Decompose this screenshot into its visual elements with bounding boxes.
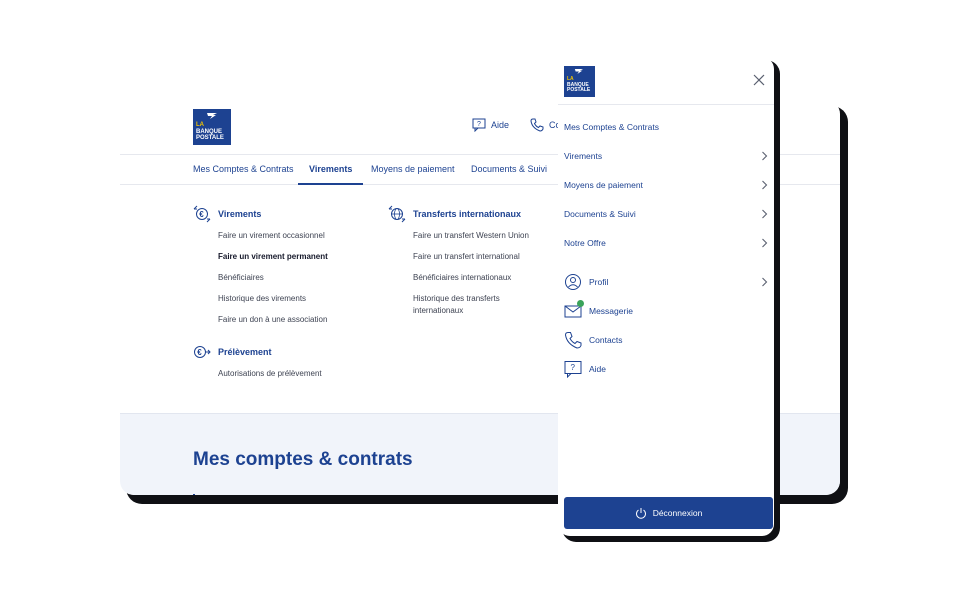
help-label: Aide bbox=[491, 120, 510, 130]
mobile-item-aide[interactable]: ? Aide bbox=[564, 360, 768, 378]
menu-link-transfert-international[interactable]: Faire un transfert international bbox=[413, 251, 529, 262]
menu-link-historique-transferts-line2[interactable]: internationaux bbox=[413, 305, 529, 316]
menu-link-western-union[interactable]: Faire un transfert Western Union bbox=[413, 230, 529, 241]
euro-debit-icon: € bbox=[194, 346, 211, 358]
prelevement-heading[interactable]: € Prélèvement bbox=[193, 343, 322, 361]
svg-text:€: € bbox=[199, 210, 204, 219]
logout-button[interactable]: Déconnexion bbox=[564, 497, 773, 529]
contacts-link[interactable]: Co bbox=[530, 118, 561, 132]
phone-icon bbox=[564, 332, 582, 349]
international-heading[interactable]: Transferts internationaux bbox=[388, 205, 529, 223]
mobile-item-contacts[interactable]: Contacts bbox=[564, 331, 768, 349]
mobile-item-label: Profil bbox=[589, 277, 609, 287]
notification-dot bbox=[577, 300, 584, 307]
globe-transfer-icon bbox=[388, 205, 406, 223]
chevron-right-icon bbox=[762, 238, 768, 248]
mobile-item-label: Notre Offre bbox=[564, 238, 606, 248]
menu-link-virement-permanent[interactable]: Faire un virement permanent bbox=[218, 251, 328, 262]
mobile-item-label: Aide bbox=[589, 364, 607, 374]
menu-link-autorisations[interactable]: Autorisations de prélèvement bbox=[218, 368, 322, 379]
menu-link-historique-virements[interactable]: Historique des virements bbox=[218, 293, 328, 304]
menu-link-don-association[interactable]: Faire un don à une association bbox=[218, 314, 328, 325]
international-menu: Transferts internationaux Faire un trans… bbox=[388, 205, 529, 316]
nav-virements[interactable]: Virements bbox=[298, 155, 364, 185]
prelevement-title: Prélèvement bbox=[218, 347, 272, 357]
mobile-menu-panel: LA BANQUE POSTALE Mes Comptes & Contrats… bbox=[558, 57, 774, 536]
help-icon: ? bbox=[472, 118, 486, 132]
brand-logo[interactable]: LA BANQUE POSTALE bbox=[193, 109, 231, 145]
virements-heading[interactable]: € Virements bbox=[193, 205, 328, 223]
accounts-section-title: Mes comptes & contrats bbox=[193, 449, 413, 470]
mobile-item-moyens-paiement[interactable]: Moyens de paiement bbox=[564, 176, 768, 194]
svg-text:€: € bbox=[197, 348, 202, 357]
menu-link-historique-transferts[interactable]: Historique des transferts bbox=[413, 293, 529, 304]
bird-logo-icon bbox=[207, 113, 217, 119]
chevron-right-icon bbox=[762, 151, 768, 161]
mail-icon-wrapper bbox=[564, 300, 584, 320]
mobile-item-label: Moyens de paiement bbox=[564, 180, 643, 190]
help-icon: ? bbox=[564, 361, 582, 378]
mobile-item-profil[interactable]: Profil bbox=[564, 273, 768, 291]
menu-link-virement-occasionnel[interactable]: Faire un virement occasionnel bbox=[218, 230, 328, 241]
section-accent-mark bbox=[193, 494, 195, 495]
mobile-item-label: Virements bbox=[564, 151, 603, 161]
mobile-item-mes-comptes[interactable]: Mes Comptes & Contrats bbox=[564, 118, 768, 136]
euro-transfer-icon: € bbox=[193, 205, 211, 223]
prelevement-menu: € Prélèvement Autorisations de prélèveme… bbox=[193, 343, 322, 379]
menu-link-beneficiaires-internationaux[interactable]: Bénéficiaires internationaux bbox=[413, 272, 529, 283]
mobile-item-messagerie[interactable]: Messagerie bbox=[564, 300, 768, 320]
international-title: Transferts internationaux bbox=[413, 209, 522, 219]
virements-menu: € Virements Faire un virement occasionne… bbox=[193, 205, 328, 325]
mobile-item-label: Documents & Suivi bbox=[564, 209, 636, 219]
chevron-right-icon bbox=[762, 180, 768, 190]
logo-line-3: POSTALE bbox=[196, 135, 224, 141]
menu-link-beneficiaires[interactable]: Bénéficiaires bbox=[218, 272, 328, 283]
phone-icon bbox=[530, 118, 544, 132]
mobile-item-label: Contacts bbox=[589, 335, 623, 345]
bird-logo-icon bbox=[574, 69, 584, 74]
mobile-item-virements[interactable]: Virements bbox=[564, 147, 768, 165]
chevron-right-icon bbox=[762, 277, 768, 287]
nav-documents-suivi[interactable]: Documents & Suivi bbox=[471, 155, 547, 185]
mobile-item-notre-offre[interactable]: Notre Offre bbox=[564, 234, 768, 252]
logout-label: Déconnexion bbox=[652, 508, 703, 518]
close-icon[interactable] bbox=[752, 73, 766, 87]
mobile-header-divider bbox=[558, 104, 774, 105]
nav-mes-comptes[interactable]: Mes Comptes & Contrats bbox=[193, 155, 294, 185]
svg-text:?: ? bbox=[477, 121, 481, 128]
mobile-item-label: Messagerie bbox=[589, 306, 633, 316]
power-icon bbox=[635, 508, 646, 519]
mobile-item-label: Mes Comptes & Contrats bbox=[564, 122, 659, 132]
mobile-brand-logo[interactable]: LA BANQUE POSTALE bbox=[564, 66, 595, 97]
chevron-right-icon bbox=[762, 209, 768, 219]
help-link[interactable]: ? Aide bbox=[472, 118, 509, 132]
svg-text:?: ? bbox=[571, 363, 576, 372]
mobile-item-documents-suivi[interactable]: Documents & Suivi bbox=[564, 205, 768, 223]
logo-line-3: POSTALE bbox=[567, 87, 591, 93]
profile-icon bbox=[565, 274, 581, 290]
virements-title: Virements bbox=[218, 209, 262, 219]
nav-moyens-paiement[interactable]: Moyens de paiement bbox=[371, 155, 455, 185]
